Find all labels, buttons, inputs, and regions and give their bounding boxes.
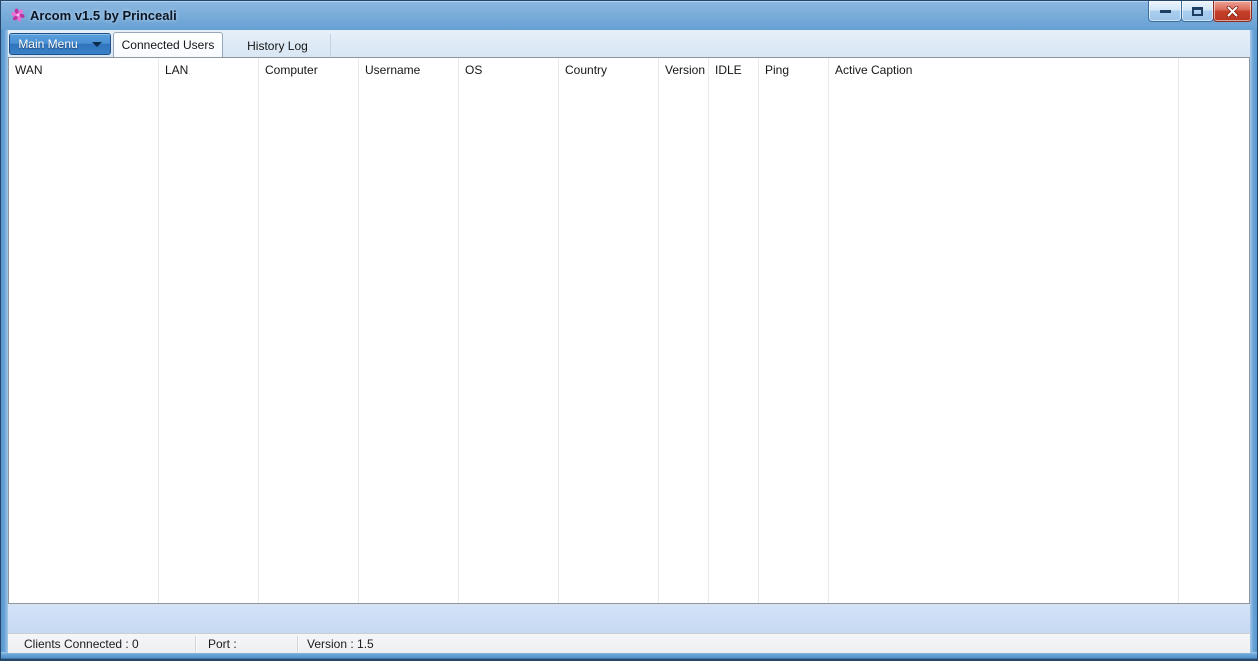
column-username: Username xyxy=(359,58,459,603)
title-bar[interactable]: Arcom v1.5 by Princeali xyxy=(1,1,1257,30)
minimize-button[interactable] xyxy=(1148,1,1182,22)
column-header-ping[interactable]: Ping xyxy=(759,58,828,77)
maximize-icon xyxy=(1192,7,1203,16)
tab-connected-users[interactable]: Connected Users xyxy=(113,32,223,57)
minimize-icon xyxy=(1160,10,1171,13)
client-area: Main Menu Connected Users History Log WA… xyxy=(8,30,1250,652)
window-border-bottom xyxy=(1,652,1257,660)
column-wan: WAN xyxy=(9,58,159,603)
column-header-idle[interactable]: IDLE xyxy=(709,58,758,77)
column-header-version[interactable]: Version xyxy=(659,58,708,77)
column-header-username[interactable]: Username xyxy=(359,58,458,77)
column-computer: Computer xyxy=(259,58,359,603)
tab-history-log[interactable]: History Log xyxy=(225,34,331,57)
tab-strip: Main Menu Connected Users History Log xyxy=(8,30,1250,57)
window-border-right xyxy=(1250,30,1257,652)
tab-history-log-label: History Log xyxy=(247,39,308,53)
column-header-computer[interactable]: Computer xyxy=(259,58,358,77)
column-header-active-caption[interactable]: Active Caption xyxy=(829,58,1178,77)
main-menu-button[interactable]: Main Menu xyxy=(9,33,111,55)
app-window: Arcom v1.5 by Princeali Main Menu xyxy=(0,0,1258,661)
column-country: Country xyxy=(559,58,659,603)
client-list-empty-area xyxy=(1179,58,1249,603)
client-table: WAN LAN Computer Username OS Country Ver… xyxy=(8,57,1250,604)
column-active-caption: Active Caption xyxy=(829,58,1179,603)
status-version: Version : 1.5 xyxy=(298,634,1250,653)
column-version: Version xyxy=(659,58,709,603)
status-port: Port : xyxy=(196,634,297,653)
close-icon xyxy=(1226,6,1239,17)
window-controls xyxy=(1148,1,1252,22)
column-idle: IDLE xyxy=(709,58,759,603)
column-os: OS xyxy=(459,58,559,603)
column-lan: LAN xyxy=(159,58,259,603)
column-header-wan[interactable]: WAN xyxy=(9,58,158,77)
column-header-country[interactable]: Country xyxy=(559,58,658,77)
status-clients-connected: Clients Connected : 0 xyxy=(8,634,195,653)
tab-connected-users-label: Connected Users xyxy=(122,38,215,52)
main-menu-label: Main Menu xyxy=(18,37,77,51)
column-header-os[interactable]: OS xyxy=(459,58,558,77)
status-bar: Clients Connected : 0 Port : Version : 1… xyxy=(8,633,1250,653)
window-border-left xyxy=(1,30,8,652)
close-button[interactable] xyxy=(1213,1,1252,22)
maximize-button[interactable] xyxy=(1181,1,1214,22)
tab-page-background xyxy=(8,604,1250,633)
app-icon xyxy=(10,7,26,23)
window-title: Arcom v1.5 by Princeali xyxy=(30,1,177,30)
chevron-down-icon xyxy=(92,42,102,47)
column-ping: Ping xyxy=(759,58,829,603)
column-header-lan[interactable]: LAN xyxy=(159,58,258,77)
